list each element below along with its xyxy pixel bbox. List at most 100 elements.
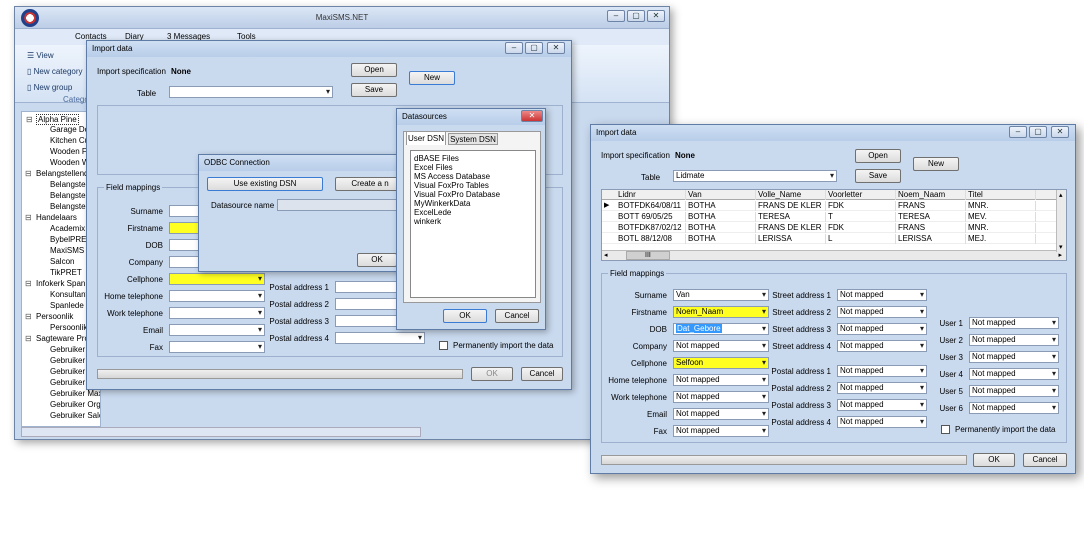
- tree-item[interactable]: Kitchen Cu: [50, 136, 89, 145]
- front-data-grid[interactable]: Lidnr Van Volle_Name Voorletter Noem_Naam Tit…: [601, 189, 1067, 261]
- back-close-icon[interactable]: ✕: [547, 42, 565, 54]
- back-save-button[interactable]: Save: [351, 83, 397, 97]
- front-minimize-icon[interactable]: –: [1009, 126, 1027, 138]
- tree-item[interactable]: Salcon: [50, 257, 74, 266]
- grid-column-header[interactable]: Volle_Name: [756, 190, 826, 200]
- tree-item[interactable]: Belangstel: [50, 191, 87, 200]
- datasource-item[interactable]: Excel Files: [414, 163, 453, 172]
- front-new-button[interactable]: New: [913, 157, 959, 171]
- grid-column-header[interactable]: Van: [686, 190, 756, 200]
- back-field-select[interactable]: [169, 273, 265, 285]
- back-open-button[interactable]: Open: [351, 63, 397, 77]
- back-field-select[interactable]: [169, 307, 265, 319]
- back-field-select[interactable]: [169, 290, 265, 302]
- scroll-thumb[interactable]: III: [626, 251, 670, 260]
- tree-item[interactable]: Alpha Pine: [26, 114, 79, 125]
- tree-item[interactable]: MaxiSMS: [50, 246, 84, 255]
- back-postal-select[interactable]: [335, 332, 425, 344]
- front-postal-select[interactable]: Not mapped: [837, 382, 927, 394]
- grid-horizontal-scrollbar[interactable]: ◂ III ▸: [602, 250, 1066, 260]
- new-category-button[interactable]: ▯ New category: [27, 67, 83, 76]
- new-group-button[interactable]: ▯ New group: [27, 83, 72, 92]
- datasource-name-input[interactable]: [277, 199, 403, 211]
- tree-item[interactable]: Belangstellend: [25, 169, 89, 178]
- front-table-select[interactable]: Lidmate: [673, 170, 837, 182]
- front-ok-button[interactable]: OK: [973, 453, 1015, 467]
- scroll-right-icon[interactable]: ▸: [1058, 251, 1062, 259]
- datasource-item[interactable]: Visual FoxPro Database: [414, 190, 500, 199]
- tab-user-dsn[interactable]: User DSN: [406, 131, 446, 145]
- tree-item[interactable]: Belangstel: [50, 180, 87, 189]
- front-postal-select[interactable]: Not mapped: [837, 416, 927, 428]
- back-permanent-checkbox[interactable]: [439, 341, 448, 350]
- datasource-list[interactable]: dBASE Files Excel Files MS Access Database…: [410, 150, 536, 298]
- front-user-select[interactable]: Not mapped: [969, 351, 1059, 363]
- tree-item[interactable]: Gebruiker Organoniser: [50, 400, 100, 409]
- back-new-button[interactable]: New: [409, 71, 455, 85]
- front-user-select[interactable]: Not mapped: [969, 317, 1059, 329]
- back-field-select[interactable]: [169, 324, 265, 336]
- scroll-left-icon[interactable]: ◂: [604, 251, 608, 259]
- tree-item[interactable]: Wooden Fl: [50, 147, 89, 156]
- tree-item[interactable]: Belangstel: [50, 202, 87, 211]
- back-minimize-icon[interactable]: –: [505, 42, 523, 54]
- grid-column-header[interactable]: Voorletter: [826, 190, 896, 200]
- odbc-ok-button[interactable]: OK: [357, 253, 397, 267]
- datasource-item[interactable]: MS Access Database: [414, 172, 490, 181]
- grid-row[interactable]: BOTL 88/12/08 BOTHA LERISSA L LERISSA MEJ.: [602, 234, 1066, 244]
- minimize-icon[interactable]: –: [607, 10, 625, 22]
- front-close-icon[interactable]: ✕: [1051, 126, 1069, 138]
- front-user-select[interactable]: Not mapped: [969, 368, 1059, 380]
- datasources-close-icon[interactable]: ✕: [521, 110, 543, 122]
- scroll-down-icon[interactable]: ▾: [1059, 243, 1063, 251]
- tree-item[interactable]: Academix: [50, 224, 85, 233]
- front-postal-select[interactable]: Not mapped: [837, 399, 927, 411]
- use-existing-dsn-button[interactable]: Use existing DSN: [207, 177, 323, 191]
- grid-column-header[interactable]: Titel: [966, 190, 1036, 200]
- front-permanent-checkbox[interactable]: [941, 425, 950, 434]
- create-dsn-button[interactable]: Create a n: [335, 177, 405, 191]
- back-table-select[interactable]: [169, 86, 333, 98]
- tree-item[interactable]: Wooden W: [50, 158, 89, 167]
- back-ok-button[interactable]: OK: [471, 367, 513, 381]
- grid-vertical-scrollbar[interactable]: ▴ ▾: [1056, 190, 1066, 252]
- back-cancel-button[interactable]: Cancel: [521, 367, 563, 381]
- back-maximize-icon[interactable]: ▢: [525, 42, 543, 54]
- datasource-item[interactable]: Visual FoxPro Tables: [414, 181, 489, 190]
- datasources-ok-button[interactable]: OK: [443, 309, 487, 323]
- front-street-select[interactable]: Not mapped: [837, 323, 927, 335]
- tree-item[interactable]: TikPRET: [50, 268, 82, 277]
- datasource-item[interactable]: MyWinkerkData: [414, 199, 470, 208]
- tree-item[interactable]: Spanlede: [50, 301, 84, 310]
- maximize-icon[interactable]: ▢: [627, 10, 645, 22]
- front-open-button[interactable]: Open: [855, 149, 901, 163]
- tree-item[interactable]: Garage Do: [50, 125, 89, 134]
- front-cancel-button[interactable]: Cancel: [1023, 453, 1067, 467]
- grid-column-header[interactable]: Lidnr: [616, 190, 686, 200]
- scroll-up-icon[interactable]: ▴: [1059, 191, 1063, 199]
- tree-item[interactable]: Infokerk Span: [25, 279, 85, 288]
- tree-item[interactable]: Persoonlik: [25, 312, 73, 321]
- close-icon[interactable]: ✕: [647, 10, 665, 22]
- front-user-select[interactable]: Not mapped: [969, 385, 1059, 397]
- datasource-item[interactable]: dBASE Files: [414, 154, 459, 163]
- tree-item[interactable]: Gebruiker Salcon: [50, 411, 100, 420]
- back-field-select[interactable]: [169, 341, 265, 353]
- front-user-select[interactable]: Not mapped: [969, 402, 1059, 414]
- tab-system-dsn[interactable]: System DSN: [448, 133, 498, 145]
- front-postal-select[interactable]: Not mapped: [837, 365, 927, 377]
- tree-item[interactable]: Gebruiker MaxiSMS SMS: [50, 389, 100, 398]
- front-user-select[interactable]: Not mapped: [969, 334, 1059, 346]
- datasource-item[interactable]: ExcelLede: [414, 208, 451, 217]
- tree-item[interactable]: Persoonlik: [50, 323, 87, 332]
- grid-column-header[interactable]: Noem_Naam: [896, 190, 966, 200]
- tree-item[interactable]: Handelaars: [25, 213, 77, 222]
- front-save-button[interactable]: Save: [855, 169, 901, 183]
- tree-item[interactable]: Konsultant: [50, 290, 88, 299]
- grid-row[interactable]: BOTT 69/05/25 BOTHA TERESA T TERESA MEV.: [602, 212, 1066, 222]
- tree-item[interactable]: Sagteware Prod: [25, 334, 93, 343]
- grid-row[interactable]: ▶ BOTFDK64/08/11 BOTHA FRANS DE KLER FDK FRAN…: [602, 201, 1066, 211]
- front-street-select[interactable]: Not mapped: [837, 289, 927, 301]
- grid-row[interactable]: BOTFDK87/02/12 BOTHA FRANS DE KLER FDK FRANS…: [602, 223, 1066, 233]
- datasource-item[interactable]: winkerk: [414, 217, 441, 226]
